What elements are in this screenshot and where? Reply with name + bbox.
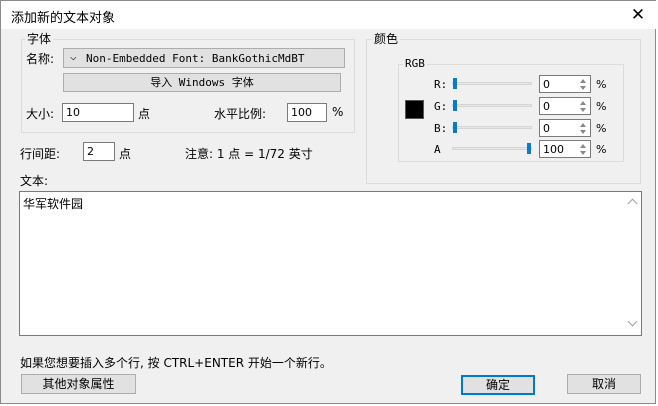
line-spacing-unit: 点 [119,147,132,161]
channel-label-r: R: [434,78,448,91]
close-icon[interactable]: ✕ [627,5,649,25]
slider-thumb-r[interactable] [453,78,457,89]
vertical-scrollbar[interactable] [625,192,641,335]
size-unit-label: 点 [138,107,151,121]
channel-input-b[interactable]: 0 [539,119,591,137]
channel-input-a[interactable]: 100 [539,140,591,158]
channel-unit-g: % [596,100,607,113]
font-name-label: 名称: [26,52,55,66]
import-windows-font-label: 导入 Windows 字体 [150,76,254,89]
slider-thumb-a[interactable] [527,143,531,154]
scroll-up-icon[interactable] [627,198,638,209]
channel-input-r[interactable]: 0 [539,75,591,93]
channel-value-g: 0 [543,100,550,113]
channel-label-a: A [434,143,441,156]
other-object-properties-button[interactable]: 其他对象属性 [21,374,136,394]
other-object-properties-label: 其他对象属性 [42,377,115,391]
size-label: 大小: [26,107,55,121]
horizontal-scale-input[interactable]: 100 [287,103,327,122]
channel-value-b: 0 [543,122,550,135]
channel-label-b: B: [434,122,448,135]
ok-button-label: 确定 [485,378,510,392]
font-dropdown-value: Non-Embedded Font: BankGothicMdBT [86,52,305,65]
slider-track-b[interactable] [452,126,532,129]
text-label: 文本: [20,174,49,188]
text-content: 华军软件园 [23,197,84,211]
channel-label-g: G: [434,100,448,113]
unit-note: 注意: 1 点 = 1/72 英寸 [185,147,313,161]
spinner-icon[interactable] [578,99,590,114]
slider-track-r[interactable] [452,82,532,85]
channel-unit-b: % [596,122,607,135]
horizontal-scale-label: 水平比例: [214,107,267,121]
line-spacing-label: 行间距: [20,147,61,161]
import-windows-font-button[interactable]: 导入 Windows 字体 [63,73,341,92]
title-bar: 添加新的文本对象 ✕ [1,1,657,29]
horizontal-scale-unit: % [332,105,344,119]
slider-track-a[interactable] [452,147,532,150]
cancel-button[interactable]: 取消 [567,374,641,394]
spinner-icon[interactable] [578,77,590,92]
chevron-down-icon: ⌵ [70,50,77,63]
channel-unit-a: % [596,143,607,156]
ok-button[interactable]: 确定 [461,375,535,395]
font-group-label: 字体 [25,30,54,47]
slider-track-g[interactable] [452,104,532,107]
scroll-down-icon[interactable] [627,316,638,327]
spinner-icon[interactable] [578,142,590,157]
dialog-window: 添加新的文本对象 ✕ 字体 名称: ⌵ Non-Embedded Font: B… [0,0,657,404]
channel-unit-r: % [596,78,607,91]
slider-thumb-g[interactable] [453,100,457,111]
slider-thumb-b[interactable] [453,122,457,133]
line-spacing-input[interactable]: 2 [83,142,115,161]
cancel-button-label: 取消 [591,377,616,391]
size-input[interactable]: 10 [62,103,134,122]
multiline-hint: 如果您想要插入多个行, 按 CTRL+ENTER 开始一个新行。 [20,356,332,370]
color-swatch [405,100,424,119]
channel-value-a: 100 [543,143,564,156]
channel-value-r: 0 [543,78,550,91]
font-dropdown[interactable]: ⌵ Non-Embedded Font: BankGothicMdBT [63,48,345,68]
rgb-group-label: RGB [403,57,427,70]
window-title: 添加新的文本对象 [11,11,116,26]
spinner-icon[interactable] [578,121,590,136]
color-group-label: 颜色 [372,30,401,47]
text-content-area[interactable]: 华军软件园 [19,191,642,336]
channel-input-g[interactable]: 0 [539,97,591,115]
